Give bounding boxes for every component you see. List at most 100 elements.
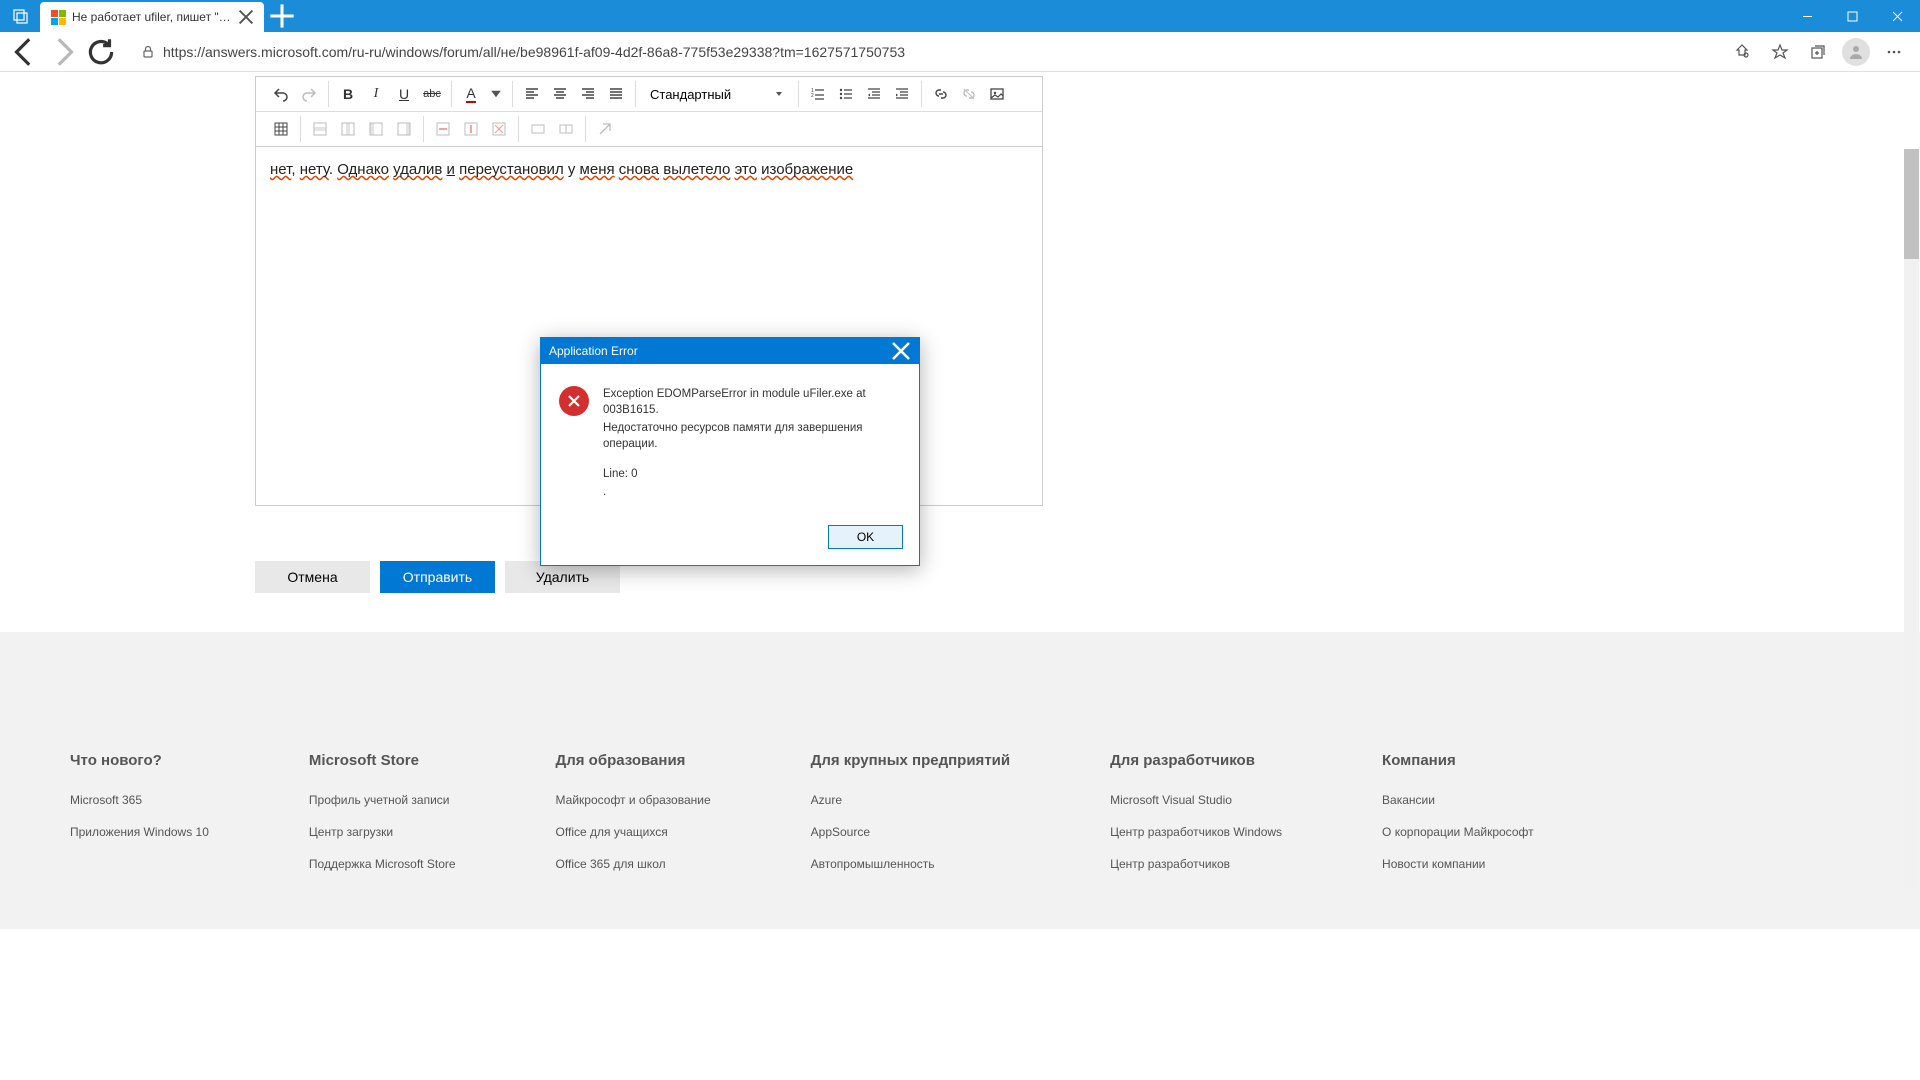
dialog-title-text: Application Error — [549, 344, 638, 358]
more-button[interactable] — [1876, 35, 1912, 69]
editor-toolbar: B I U abc A Стандартный — [255, 76, 1043, 146]
table-col-right-button[interactable] — [391, 116, 417, 142]
plus-icon — [268, 2, 296, 30]
svg-text:2: 2 — [811, 93, 814, 99]
underline-button[interactable]: U — [391, 81, 417, 107]
strike-button[interactable]: abc — [419, 81, 445, 107]
align-left-button[interactable] — [519, 81, 545, 107]
back-button[interactable] — [8, 35, 42, 69]
footer-link[interactable]: Office 365 для школ — [556, 857, 711, 871]
url-text: https://answers.microsoft.com/ru-ru/wind… — [163, 44, 905, 60]
forward-button[interactable] — [46, 35, 80, 69]
table-row-button[interactable] — [307, 116, 333, 142]
cancel-button[interactable]: Отмена — [255, 561, 370, 593]
dialog-close-button[interactable] — [891, 341, 911, 361]
footer-column: Для образования Майкрософт и образование O… — [556, 752, 711, 889]
footer-heading: Для образования — [556, 752, 711, 769]
action-buttons: Отмена Отправить Удалить — [255, 561, 1043, 593]
browser-tab-strip: Не работает ufiler, пишет "exce... — [0, 0, 1920, 32]
unlink-button[interactable] — [956, 81, 982, 107]
address-bar: https://answers.microsoft.com/ru-ru/wind… — [0, 32, 1920, 72]
collections-button[interactable] — [1800, 35, 1836, 69]
scrollbar[interactable] — [1904, 149, 1919, 889]
footer-link[interactable]: Поддержка Microsoft Store — [309, 857, 456, 871]
link-button[interactable] — [928, 81, 954, 107]
footer-heading: Что нового? — [70, 752, 209, 769]
ordered-list-button[interactable]: 12 — [805, 81, 831, 107]
table-col-left-button[interactable] — [363, 116, 389, 142]
italic-button[interactable]: I — [363, 81, 389, 107]
minimize-button[interactable] — [1785, 0, 1830, 32]
table-col-button[interactable] — [335, 116, 361, 142]
footer-link[interactable]: Майкрософт и образование — [556, 793, 711, 807]
refresh-button[interactable] — [84, 35, 118, 69]
footer-link[interactable]: Новости компании — [1382, 857, 1534, 871]
footer-link[interactable]: О корпорации Майкрософт — [1382, 825, 1534, 839]
profile-button[interactable] — [1838, 35, 1874, 69]
new-tab-button[interactable] — [268, 2, 296, 30]
dialog-line4: . — [603, 484, 901, 500]
footer-heading: Microsoft Store — [309, 752, 456, 769]
footer-link[interactable]: Автопромышленность — [811, 857, 1010, 871]
footer: Что нового? Microsoft 365 Приложения Windo… — [0, 632, 1920, 929]
url-field[interactable]: https://answers.microsoft.com/ru-ru/wind… — [128, 37, 1714, 67]
footer-link[interactable]: Microsoft Visual Studio — [1110, 793, 1282, 807]
footer-heading: Для крупных предприятий — [811, 752, 1010, 769]
split-cells-button[interactable] — [553, 116, 579, 142]
close-icon — [891, 341, 911, 361]
dialog-footer: OK — [541, 517, 919, 565]
close-icon — [238, 9, 254, 25]
align-right-button[interactable] — [575, 81, 601, 107]
footer-column: Для крупных предприятий Azure AppSource Авт… — [811, 752, 1010, 889]
undo-button[interactable] — [268, 81, 294, 107]
font-color-dropdown[interactable] — [486, 81, 506, 107]
image-button[interactable] — [984, 81, 1010, 107]
paragraph-style-select[interactable]: Стандартный — [642, 81, 792, 107]
footer-link[interactable]: Вакансии — [1382, 793, 1534, 807]
insert-table-button[interactable] — [268, 116, 294, 142]
send-button[interactable]: Отправить — [380, 561, 495, 593]
delete-col-button[interactable] — [458, 116, 484, 142]
tab-close-button[interactable] — [238, 9, 254, 25]
font-color-button[interactable]: A — [458, 81, 484, 107]
dialog-body: Exception EDOMParseError in module uFile… — [541, 364, 919, 517]
dialog-line3: Line: 0 — [603, 466, 901, 482]
bold-button[interactable]: B — [335, 81, 361, 107]
footer-link[interactable]: Профиль учетной записи — [309, 793, 456, 807]
footer-column: Для разработчиков Microsoft Visual Studio… — [1110, 752, 1282, 889]
delete-button[interactable]: Удалить — [505, 561, 620, 593]
delete-row-button[interactable] — [430, 116, 456, 142]
window-controls — [1785, 0, 1920, 32]
footer-link[interactable]: Центр загрузки — [309, 825, 456, 839]
align-justify-button[interactable] — [603, 81, 629, 107]
footer-link[interactable]: AppSource — [811, 825, 1010, 839]
footer-link[interactable]: Центр разработчиков Windows — [1110, 825, 1282, 839]
dialog-ok-button[interactable]: OK — [828, 525, 903, 549]
clear-format-button[interactable] — [592, 116, 618, 142]
align-center-button[interactable] — [547, 81, 573, 107]
footer-heading: Для разработчиков — [1110, 752, 1282, 769]
footer-link[interactable]: Azure — [811, 793, 1010, 807]
style-select-label: Стандартный — [650, 87, 731, 102]
unordered-list-button[interactable] — [833, 81, 859, 107]
delete-table-button[interactable] — [486, 116, 512, 142]
outdent-button[interactable] — [861, 81, 887, 107]
window-close-button[interactable] — [1875, 0, 1920, 32]
footer-link[interactable]: Центр разработчиков — [1110, 857, 1282, 871]
footer-link[interactable]: Приложения Windows 10 — [70, 825, 209, 839]
favorites-button[interactable] — [1762, 35, 1798, 69]
redo-button[interactable] — [296, 81, 322, 107]
merge-cells-button[interactable] — [525, 116, 551, 142]
footer-link[interactable]: Office для учащихся — [556, 825, 711, 839]
browser-tab[interactable]: Не работает ufiler, пишет "exce... — [40, 2, 264, 32]
dialog-titlebar[interactable]: Application Error — [541, 338, 919, 364]
footer-link[interactable]: Microsoft 365 — [70, 793, 209, 807]
tab-actions-button[interactable] — [2, 2, 40, 30]
scrollbar-thumb[interactable] — [1904, 149, 1919, 259]
footer-column: Microsoft Store Профиль учетной записи Цен… — [309, 752, 456, 889]
footer-column: КомпанияВакансииО корпорации МайкрософтН… — [1382, 752, 1534, 889]
maximize-button[interactable] — [1830, 0, 1875, 32]
tracking-prevention-button[interactable] — [1724, 35, 1760, 69]
dialog-message: Exception EDOMParseError in module uFile… — [603, 386, 901, 503]
indent-button[interactable] — [889, 81, 915, 107]
